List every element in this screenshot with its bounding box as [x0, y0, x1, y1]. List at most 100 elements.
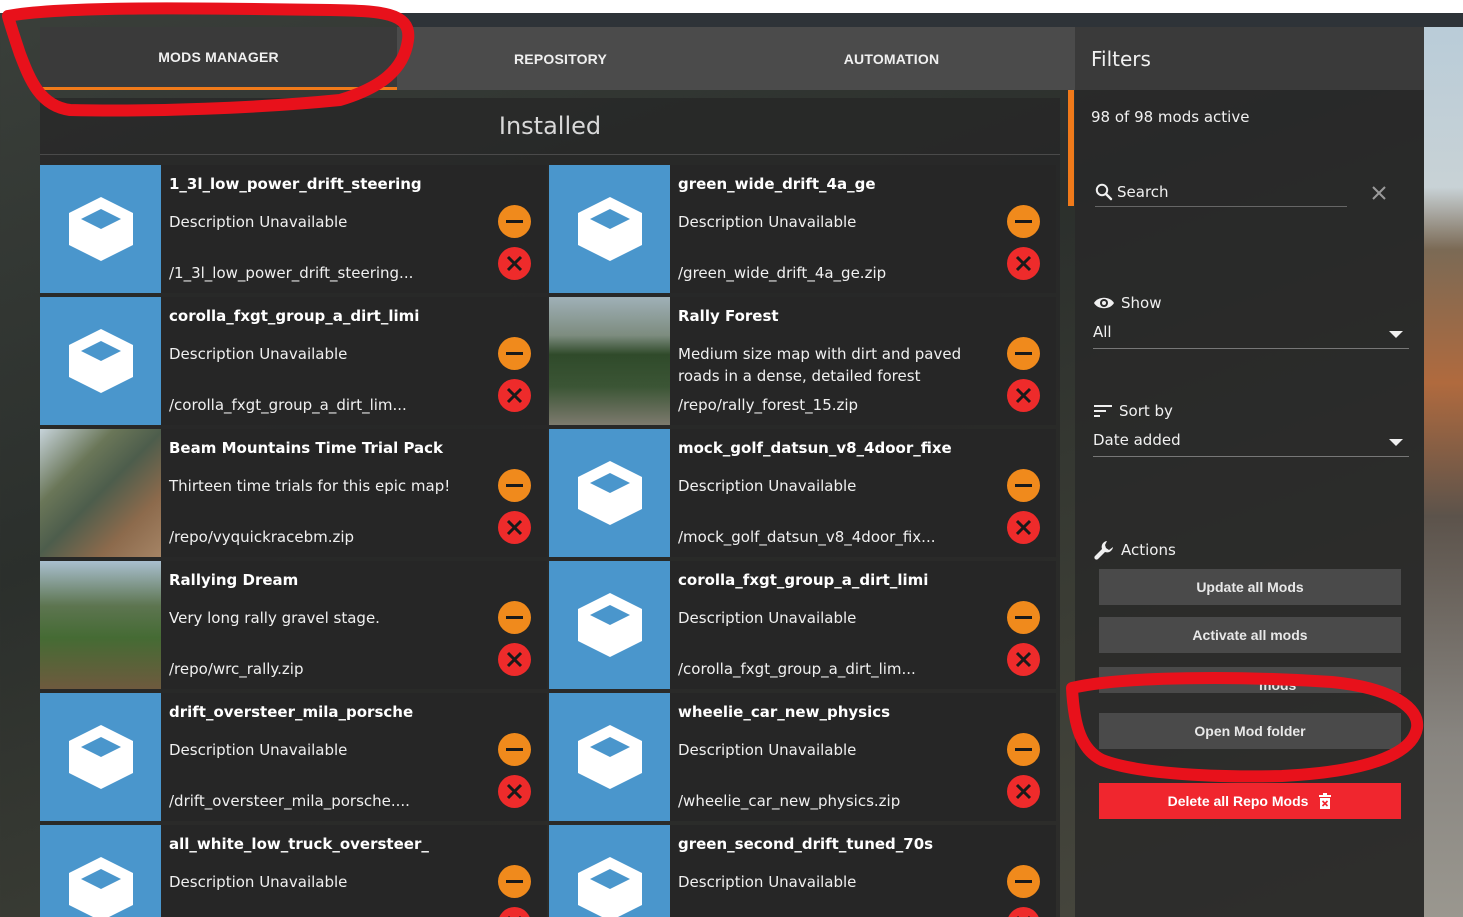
sort-value: Date added — [1093, 431, 1181, 449]
show-dropdown[interactable]: All — [1093, 323, 1409, 349]
delete-button[interactable] — [498, 511, 531, 544]
delete-button[interactable] — [498, 379, 531, 412]
mod-name: all_white_low_truck_oversteer_ — [169, 835, 429, 853]
mod-path: /green_wide_drift_4a_ge.zip — [678, 264, 887, 282]
mod-card[interactable]: drift_oversteer_mila_porsche Description … — [40, 693, 547, 821]
mod-card[interactable]: green_wide_drift_4a_ge Description Unavai… — [549, 165, 1056, 293]
deactivate-button[interactable] — [498, 205, 531, 238]
delete-button[interactable] — [1007, 643, 1040, 676]
mod-description: Very long rally gravel stage. — [169, 609, 380, 627]
tab-repository[interactable]: REPOSITORY — [397, 27, 724, 90]
mod-path: /drift_oversteer_mila_porsche.... — [169, 792, 410, 810]
show-label-text: Show — [1121, 294, 1162, 312]
close-icon[interactable] — [1370, 184, 1388, 202]
delete-button[interactable] — [1007, 247, 1040, 280]
mod-description: Description Unavailable — [169, 873, 348, 891]
chevron-down-icon — [1389, 331, 1403, 338]
eye-icon — [1094, 297, 1114, 309]
cube-icon — [549, 165, 670, 293]
deactivate-button[interactable] — [1007, 733, 1040, 766]
mod-card[interactable]: mock_golf_datsun_v8_4door_fixe Descriptio… — [549, 429, 1056, 557]
deactivate-button[interactable] — [1007, 865, 1040, 898]
close-icon — [1015, 387, 1032, 404]
delete-all-repo-mods-button[interactable]: Delete all Repo Mods — [1099, 783, 1401, 819]
delete-button[interactable] — [1007, 907, 1040, 917]
deactivate-all-button[interactable]: mods — [1099, 667, 1401, 693]
mod-name: 1_3l_low_power_drift_steering — [169, 175, 422, 193]
mod-card[interactable]: corolla_fxgt_group_a_dirt_limi Descriptio… — [549, 561, 1056, 689]
activate-all-button[interactable]: Activate all mods — [1099, 617, 1401, 653]
deactivate-button[interactable] — [498, 337, 531, 370]
delete-button[interactable] — [498, 643, 531, 676]
mod-card[interactable]: corolla_fxgt_group_a_dirt_limi Descriptio… — [40, 297, 547, 425]
deactivate-button[interactable] — [498, 601, 531, 634]
delete-button[interactable] — [1007, 775, 1040, 808]
mod-path: /corolla_fxgt_group_a_dirt_lim... — [678, 660, 916, 678]
close-icon — [506, 519, 523, 536]
mod-description: Thirteen time trials for this epic map! — [169, 477, 451, 495]
delete-button[interactable] — [498, 775, 531, 808]
background-scenery — [1424, 27, 1463, 917]
deactivate-button[interactable] — [498, 865, 531, 898]
deactivate-button[interactable] — [498, 469, 531, 502]
mod-card[interactable]: 1_3l_low_power_drift_steering Description… — [40, 165, 547, 293]
deactivate-button[interactable] — [1007, 205, 1040, 238]
mod-description: Description Unavailable — [169, 345, 348, 363]
filters-sidebar: Filters 98 of 98 mods active Search Show… — [1068, 27, 1424, 917]
mod-description: Description Unavailable — [678, 873, 857, 891]
search-input[interactable]: Search — [1095, 177, 1347, 207]
deactivate-button[interactable] — [1007, 337, 1040, 370]
trash-icon — [1319, 793, 1332, 809]
delete-all-repo-mods-label: Delete all Repo Mods — [1167, 793, 1309, 809]
cube-icon — [549, 825, 670, 917]
tab-mods-manager[interactable]: MODS MANAGER — [40, 27, 397, 90]
deactivate-button[interactable] — [498, 733, 531, 766]
rally-photo — [40, 561, 161, 689]
actions-label: Actions — [1093, 539, 1176, 561]
tab-automation[interactable]: AUTOMATION — [724, 27, 1059, 90]
mod-description: Description Unavailable — [678, 741, 857, 759]
wrench-icon — [1094, 541, 1113, 560]
deactivate-button[interactable] — [1007, 601, 1040, 634]
mod-name: drift_oversteer_mila_porsche — [169, 703, 414, 721]
close-icon — [1015, 519, 1032, 536]
sort-icon — [1094, 405, 1112, 417]
delete-button[interactable] — [498, 247, 531, 280]
close-icon — [506, 783, 523, 800]
update-all-button[interactable]: Update all Mods — [1099, 569, 1401, 605]
mod-description: Medium size map with dirt and paved road… — [678, 345, 962, 385]
cube-icon — [549, 561, 670, 689]
mod-card[interactable]: all_white_low_truck_oversteer_ Descriptio… — [40, 825, 547, 917]
mod-card[interactable]: green_second_drift_tuned_70s Description … — [549, 825, 1056, 917]
delete-button[interactable] — [498, 907, 531, 917]
close-icon — [506, 651, 523, 668]
mod-card[interactable]: Rally Forest Medium size map with dirt an… — [549, 297, 1056, 425]
active-indicator — [1068, 90, 1074, 206]
deactivate-button[interactable] — [1007, 469, 1040, 502]
close-icon — [506, 255, 523, 272]
sort-dropdown[interactable]: Date added — [1093, 431, 1409, 457]
top-strip-dark — [400, 13, 1463, 27]
cube-icon — [549, 693, 670, 821]
mod-card[interactable]: Rallying Dream Very long rally gravel sta… — [40, 561, 547, 689]
mod-card[interactable]: wheelie_car_new_physics Description Unava… — [549, 693, 1056, 821]
active-count: 98 of 98 mods active — [1091, 108, 1250, 126]
delete-button[interactable] — [1007, 379, 1040, 412]
mod-name: mock_golf_datsun_v8_4door_fixe — [678, 439, 952, 457]
cube-icon — [549, 429, 670, 557]
filters-title: Filters — [1075, 27, 1424, 90]
mod-path: /1_3l_low_power_drift_steering... — [169, 264, 414, 282]
delete-button[interactable] — [1007, 511, 1040, 544]
sort-label-text: Sort by — [1119, 402, 1173, 420]
mod-description: Description Unavailable — [169, 741, 348, 759]
forest-photo — [549, 297, 670, 425]
mod-name: corolla_fxgt_group_a_dirt_limi — [169, 307, 420, 325]
mod-card[interactable]: Beam Mountains Time Trial Pack Thirteen t… — [40, 429, 547, 557]
open-mod-folder-button[interactable]: Open Mod folder — [1099, 713, 1401, 749]
deactivate-all-label: mods — [1259, 677, 1297, 693]
show-value: All — [1093, 323, 1112, 341]
mod-description: Description Unavailable — [169, 213, 348, 231]
mod-path: /repo/wrc_rally.zip — [169, 660, 304, 678]
mod-name: Rallying Dream — [169, 571, 299, 589]
close-icon — [1015, 783, 1032, 800]
